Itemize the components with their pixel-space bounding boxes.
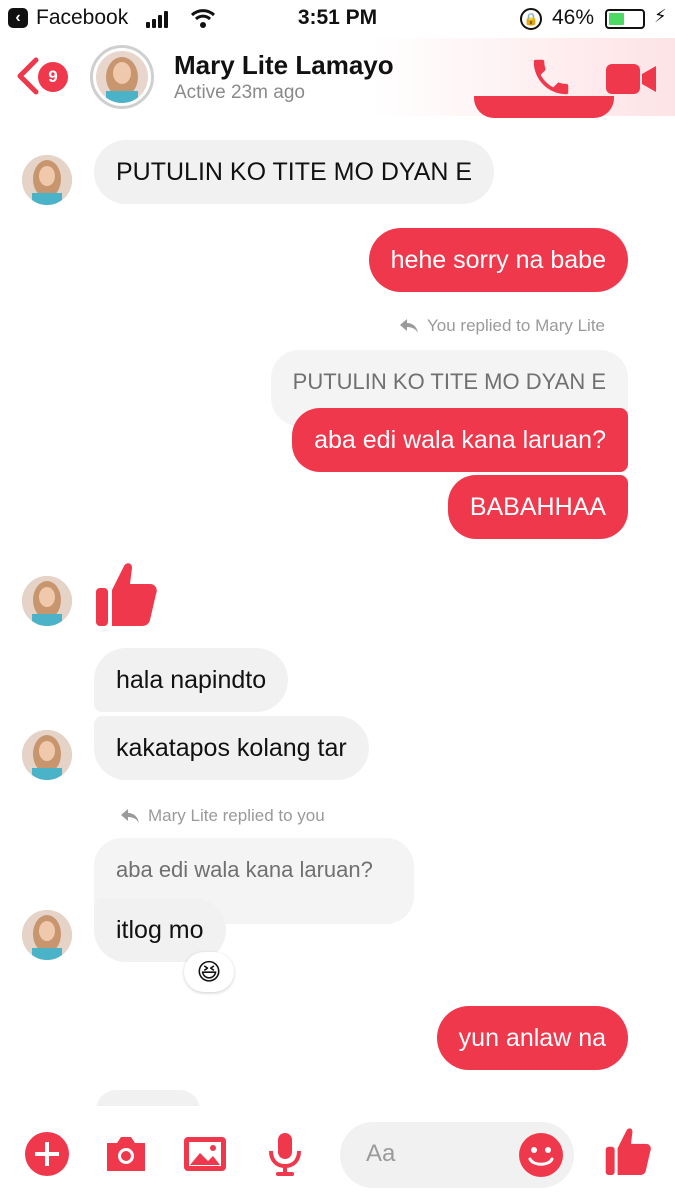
message-input[interactable] xyxy=(366,1140,516,1168)
rotation-lock-icon: 🔒 xyxy=(520,8,542,30)
camera-icon[interactable] xyxy=(103,1131,149,1177)
back-chevron-icon[interactable] xyxy=(14,56,40,96)
composer-toolbar xyxy=(0,1106,675,1200)
video-camera-icon[interactable] xyxy=(606,62,656,96)
reply-arrow-icon xyxy=(121,809,139,823)
laughing-reaction-icon[interactable]: 😆 xyxy=(184,952,234,992)
sender-avatar[interactable] xyxy=(22,730,72,780)
contact-avatar[interactable] xyxy=(90,45,154,109)
incoming-message[interactable]: PUTULIN KO TITE MO DYAN E xyxy=(94,140,495,204)
gallery-icon[interactable] xyxy=(182,1131,228,1177)
outgoing-bubble-partial xyxy=(474,96,614,118)
plus-icon[interactable] xyxy=(24,1131,70,1177)
reply-indicator-label: Mary Lite replied to you xyxy=(148,806,325,825)
incoming-message[interactable]: hala napindto xyxy=(94,648,289,712)
reply-indicator: You replied to Mary Lite xyxy=(399,316,605,336)
message-list[interactable]: PUTULIN KO TITE MO DYAN E hehe sorry na … xyxy=(0,96,675,1120)
battery-percentage: 46% xyxy=(552,6,595,29)
thumbs-up-sticker-icon[interactable] xyxy=(94,560,158,630)
contact-name[interactable]: Mary Lite Lamayo xyxy=(174,50,394,81)
reply-indicator: Mary Lite replied to you xyxy=(120,806,325,826)
emoji-icon[interactable] xyxy=(518,1132,564,1178)
sender-avatar[interactable] xyxy=(22,576,72,626)
message-input-container[interactable] xyxy=(340,1122,574,1188)
charging-icon: ⚡ xyxy=(654,6,667,26)
outgoing-message[interactable]: aba edi wala kana laruan? xyxy=(292,408,628,472)
unread-badge[interactable]: 9 xyxy=(38,62,68,92)
outgoing-message[interactable]: yun anlaw na xyxy=(436,1006,628,1070)
status-bar: ‹ Facebook 3:51 PM 🔒 46% ⚡ xyxy=(0,0,675,38)
microphone-icon[interactable] xyxy=(262,1131,308,1177)
sender-avatar[interactable] xyxy=(22,910,72,960)
reply-indicator-label: You replied to Mary Lite xyxy=(427,316,605,335)
active-status: Active 23m ago xyxy=(174,82,305,103)
outgoing-message[interactable]: BABAHHAA xyxy=(447,475,628,539)
sender-avatar[interactable] xyxy=(22,155,72,205)
like-icon[interactable] xyxy=(604,1126,652,1178)
battery-icon xyxy=(605,9,645,29)
incoming-message[interactable]: kakatapos kolang tar xyxy=(94,716,369,780)
outgoing-message[interactable]: hehe sorry na babe xyxy=(368,228,628,292)
phone-icon[interactable] xyxy=(528,54,574,100)
reply-arrow-icon xyxy=(400,319,419,333)
